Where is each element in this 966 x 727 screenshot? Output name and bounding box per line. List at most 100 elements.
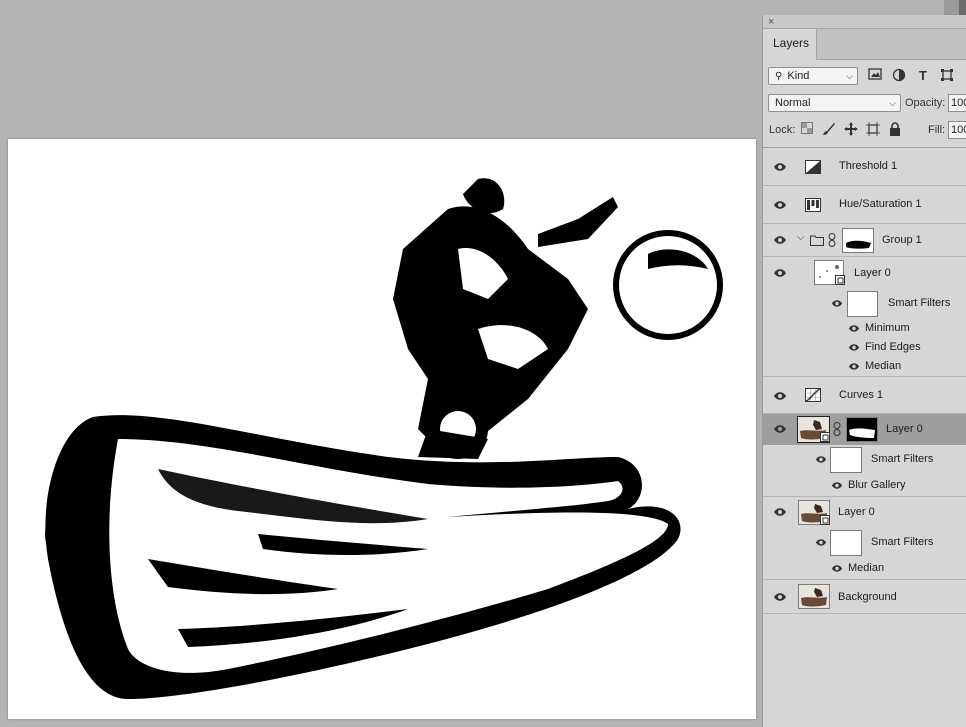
- lock-icon[interactable]: [887, 122, 903, 138]
- layer-row[interactable]: Threshold 1: [763, 148, 966, 186]
- lock-transparent-icon[interactable]: [799, 122, 815, 138]
- eye-icon[interactable]: [773, 268, 787, 278]
- hue-saturation-adjustment-icon: [805, 198, 821, 212]
- threshold-adjustment-icon: [805, 160, 821, 174]
- fill-field[interactable]: 100: [948, 121, 966, 139]
- fill-label: Fill:: [928, 124, 946, 136]
- panel-header: ×: [763, 15, 966, 29]
- filter-name: Median: [848, 562, 885, 574]
- blend-mode-dropdown[interactable]: Normal ⌵: [768, 94, 901, 112]
- search-icon: ⚲: [775, 71, 783, 82]
- eye-icon[interactable]: [773, 200, 787, 210]
- smart-filter-mask-thumbnail[interactable]: [830, 530, 862, 556]
- smart-filter-mask-thumbnail[interactable]: [830, 447, 862, 473]
- eye-icon[interactable]: [773, 507, 787, 517]
- chevron-down-icon[interactable]: ⌵: [797, 232, 805, 243]
- kind-label: Kind: [787, 70, 810, 82]
- smart-filters-row[interactable]: Smart Filters: [763, 528, 966, 558]
- layer-thumbnail[interactable]: [798, 584, 830, 609]
- brush-icon[interactable]: [821, 122, 837, 138]
- filter-name: Median: [865, 360, 902, 372]
- layer-row[interactable]: ⌵ Group 1: [763, 224, 966, 257]
- eye-icon[interactable]: [831, 481, 843, 490]
- layer-name: Background: [838, 591, 897, 603]
- layer-name: Layer 0: [838, 506, 875, 518]
- chevron-down-icon: ⌵: [846, 71, 853, 81]
- layer-row-selected[interactable]: Layer 0: [763, 414, 966, 445]
- layer-row[interactable]: Layer 0: [763, 257, 966, 289]
- panel-tab-bar: Layers: [763, 29, 966, 60]
- type-filter-icon[interactable]: T: [915, 68, 931, 84]
- eye-icon[interactable]: [848, 343, 860, 352]
- layer-row[interactable]: Background: [763, 580, 966, 614]
- layers-panel: × Layers ⚲ Kind ⌵ T Normal ⌵ Opacity: 10…: [762, 15, 966, 727]
- layer-name: Group 1: [882, 234, 922, 246]
- layer-name: Threshold 1: [839, 160, 898, 172]
- chevron-down-icon: ⌵: [889, 98, 896, 108]
- opacity-label: Opacity:: [905, 97, 946, 109]
- filter-row: ⚲ Kind ⌵ T: [763, 63, 966, 90]
- folder-icon: [810, 235, 824, 246]
- curves-adjustment-icon: [805, 388, 821, 402]
- kind-filter-dropdown[interactable]: ⚲ Kind ⌵: [768, 67, 858, 85]
- filter-name: Find Edges: [865, 341, 921, 353]
- layer-row[interactable]: Curves 1: [763, 377, 966, 414]
- filter-row[interactable]: Median: [763, 558, 966, 580]
- layers-list: Threshold 1 Hue/Saturation 1 ⌵ Group 1 L…: [763, 147, 966, 614]
- eye-icon[interactable]: [773, 235, 787, 245]
- filter-row[interactable]: Minimum: [763, 319, 966, 338]
- eye-icon[interactable]: [773, 391, 787, 401]
- close-icon[interactable]: ×: [768, 15, 774, 29]
- eye-icon[interactable]: [773, 424, 787, 434]
- document-canvas[interactable]: [8, 139, 756, 719]
- eye-icon[interactable]: [848, 362, 860, 371]
- lock-row: Lock: Fill: 100: [763, 117, 966, 144]
- eye-icon[interactable]: [773, 592, 787, 602]
- rider-shape: [393, 178, 723, 459]
- layer-row[interactable]: Layer 0: [763, 497, 966, 528]
- eye-icon[interactable]: [831, 564, 843, 573]
- move-icon[interactable]: [843, 122, 859, 138]
- smart-filter-mask-thumbnail[interactable]: [847, 291, 878, 317]
- filter-row[interactable]: Find Edges: [763, 338, 966, 357]
- smart-filters-row[interactable]: Smart Filters: [763, 289, 966, 319]
- shape-filter-icon[interactable]: [939, 68, 955, 84]
- blend-mode-value: Normal: [775, 97, 811, 109]
- smart-filters-label: Smart Filters: [871, 453, 934, 465]
- adjustment-filter-icon[interactable]: [891, 68, 907, 84]
- layer-row[interactable]: Hue/Saturation 1: [763, 186, 966, 224]
- layer-name: Layer 0: [886, 423, 923, 435]
- layer-name: Curves 1: [839, 389, 884, 401]
- log-shape: [45, 415, 681, 699]
- smart-object-badge-icon: [820, 432, 830, 442]
- pixel-filter-icon[interactable]: [867, 68, 883, 84]
- filter-row[interactable]: Blur Gallery: [763, 475, 966, 497]
- tab-layers[interactable]: Layers: [763, 29, 817, 60]
- eye-icon[interactable]: [815, 538, 827, 547]
- filter-name: Minimum: [865, 322, 910, 334]
- eye-icon[interactable]: [773, 162, 787, 172]
- layer-name: Hue/Saturation 1: [839, 198, 922, 210]
- blend-row: Normal ⌵ Opacity: 100: [763, 90, 966, 117]
- lock-label: Lock:: [769, 124, 796, 136]
- scrollbar-thumb[interactable]: [944, 0, 966, 16]
- artwork-image: [45, 178, 723, 699]
- document-workspace: [0, 0, 762, 727]
- smart-filters-label: Smart Filters: [871, 536, 934, 548]
- layer-mask-thumbnail[interactable]: [846, 417, 878, 442]
- link-icon[interactable]: [833, 422, 841, 436]
- artboard-icon[interactable]: [865, 122, 881, 138]
- eye-icon[interactable]: [848, 324, 860, 333]
- smart-object-badge-icon: [835, 275, 845, 285]
- filter-name: Blur Gallery: [848, 479, 906, 491]
- smart-filters-label: Smart Filters: [888, 297, 951, 309]
- layer-name: Layer 0: [854, 267, 891, 279]
- link-icon[interactable]: [828, 233, 836, 247]
- filter-row[interactable]: Median: [763, 357, 966, 377]
- smart-object-badge-icon: [820, 515, 830, 525]
- layer-mask-thumbnail[interactable]: [842, 228, 874, 253]
- opacity-field[interactable]: 100: [948, 94, 966, 112]
- eye-icon[interactable]: [831, 299, 843, 308]
- eye-icon[interactable]: [815, 455, 827, 464]
- smart-filters-row[interactable]: Smart Filters: [763, 445, 966, 475]
